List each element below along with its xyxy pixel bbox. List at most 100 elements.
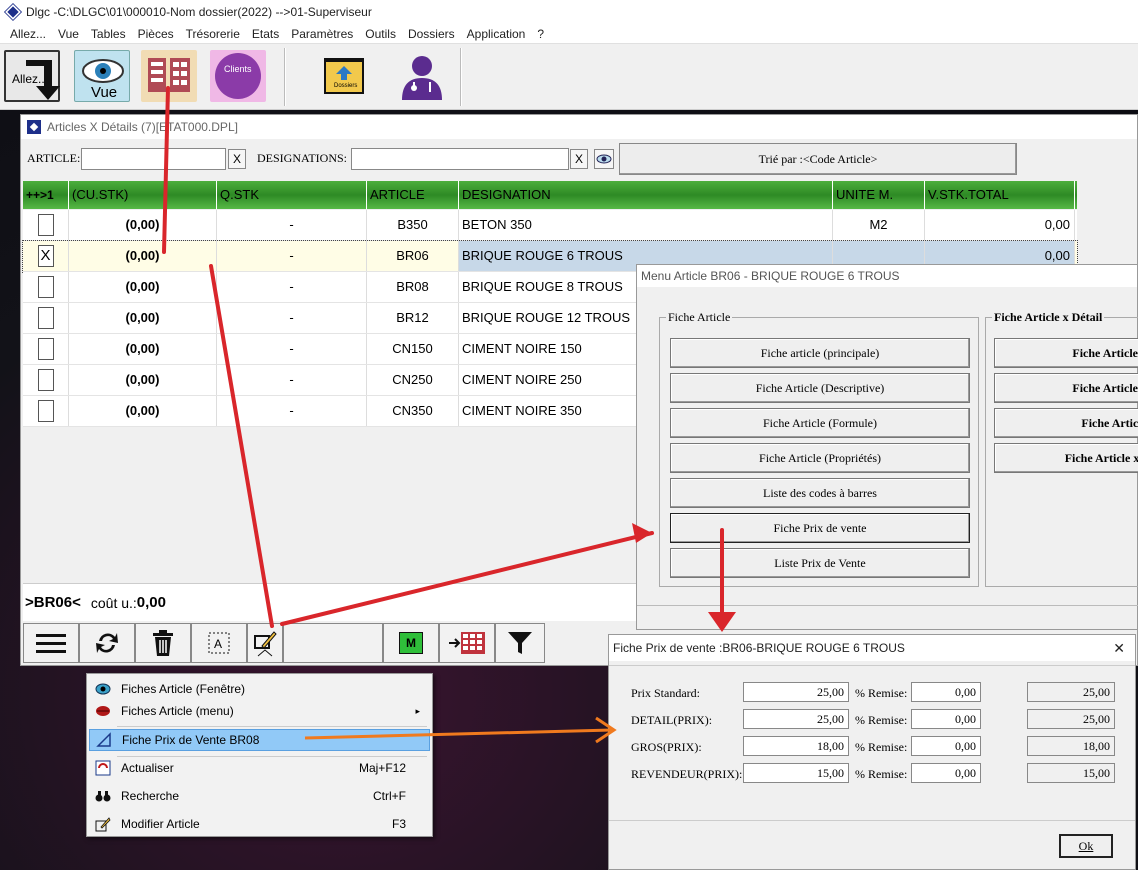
col-vstk-total[interactable]: V.STK.TOTAL — [925, 181, 1075, 209]
price-input[interactable]: 15,00 — [743, 763, 849, 783]
refresh-button[interactable] — [79, 623, 135, 663]
menu-item-label: Fiches Article (Fenêtre) — [121, 682, 246, 696]
menu-item-recherche[interactable]: Recherche Ctrl+F — [89, 785, 430, 807]
remise-input[interactable]: 0,00 — [911, 736, 981, 756]
menu-item-fiches-menu[interactable]: Fiches Article (menu) ▸ — [89, 700, 430, 722]
designations-clear-button[interactable]: X — [570, 149, 588, 169]
cell-unite: M2 — [833, 210, 925, 240]
designations-filter-input[interactable] — [351, 148, 569, 170]
edit-icon — [254, 631, 277, 657]
menu-item-fiches-fenetre[interactable]: Fiches Article (Fenêtre) — [89, 678, 430, 700]
menu-tables[interactable]: Tables — [85, 27, 132, 41]
fiche-article-detail-button-3[interactable]: Fiche Article — [994, 408, 1138, 438]
cell-article: CN150 — [367, 334, 459, 364]
article-clear-button[interactable]: X — [228, 149, 246, 169]
fiche-article-formule-button[interactable]: Fiche Article (Formule) — [670, 408, 970, 438]
fiche-article-principale-button[interactable]: Fiche article (principale) — [670, 338, 970, 368]
liste-codes-barres-button[interactable]: Liste des codes à barres — [670, 478, 970, 508]
fiche-article-detail-button-4[interactable]: Fiche Article x I — [994, 443, 1138, 473]
field-button[interactable]: A — [191, 623, 247, 663]
menu-outils[interactable]: Outils — [359, 27, 402, 41]
m-button[interactable]: M — [383, 623, 439, 663]
vue-button[interactable]: Vue — [74, 50, 130, 102]
col-cu-stk[interactable]: (CU.STK) — [69, 181, 217, 209]
col-unite[interactable]: UNITE M. — [833, 181, 925, 209]
menu-etats[interactable]: Etats — [246, 27, 285, 41]
fiche-article-proprietes-button[interactable]: Fiche Article (Propriétés) — [670, 443, 970, 473]
app-icon — [3, 2, 23, 22]
binoculars-icon — [95, 791, 111, 802]
cell-cu-stk: (0,00) — [69, 241, 217, 271]
row-checkbox[interactable] — [37, 214, 54, 236]
menu-pieces[interactable]: Pièces — [132, 27, 180, 41]
fiche-article-descriptive-button[interactable]: Fiche Article (Descriptive) — [670, 373, 970, 403]
col-article[interactable]: ARTICLE — [367, 181, 459, 209]
price-row: GROS(PRIX): 18,00 % Remise: 0,00 18,00 — [609, 736, 1129, 758]
row-checkbox[interactable] — [37, 400, 54, 422]
menu-article-window: Menu Article BR06 - BRIQUE ROUGE 6 TROUS… — [636, 264, 1138, 630]
clients-icon — [215, 53, 261, 99]
menu-dossiers[interactable]: Dossiers — [402, 27, 461, 41]
price-row: REVENDEUR(PRIX): 15,00 % Remise: 0,00 15… — [609, 763, 1129, 785]
remise-input[interactable]: 0,00 — [911, 682, 981, 702]
price-label: GROS(PRIX): — [631, 740, 702, 754]
filter-button[interactable] — [495, 623, 545, 663]
designations-filter-label: DESIGNATIONS: — [257, 151, 347, 165]
export-grid-icon — [449, 632, 485, 654]
hamburger-button[interactable] — [23, 623, 79, 663]
dossiers-button[interactable]: Dossiers — [316, 50, 372, 102]
row-checkbox[interactable] — [37, 307, 54, 329]
clients-button[interactable]: Clients — [210, 50, 266, 102]
table-row[interactable]: (0,00) - B350 BETON 350 M2 0,00 — [23, 210, 1077, 241]
filter-icon — [508, 632, 532, 654]
edit-article-button[interactable] — [247, 623, 283, 663]
col-select[interactable]: ++>1 — [23, 181, 69, 209]
menu-application[interactable]: Application — [461, 27, 532, 41]
article-filter-input[interactable] — [81, 148, 226, 170]
price-input[interactable]: 25,00 — [743, 682, 849, 702]
liste-prix-vente-button[interactable]: Liste Prix de Vente — [670, 548, 970, 578]
cell-designation: BETON 350 — [459, 210, 833, 240]
price-input[interactable]: 18,00 — [743, 736, 849, 756]
close-icon[interactable]: ✕ — [1113, 635, 1125, 661]
row-checkbox[interactable] — [37, 369, 54, 391]
view-eye-button[interactable] — [594, 149, 614, 169]
cell-total: 0,00 — [925, 210, 1075, 240]
remise-label: % Remise: — [855, 740, 908, 754]
empty-button[interactable] — [283, 623, 383, 663]
menu-bar: Allez... Vue Tables Pièces Trésorerie Et… — [0, 24, 1138, 44]
col-designation[interactable]: DESIGNATION — [459, 181, 833, 209]
price-input[interactable]: 25,00 — [743, 709, 849, 729]
menu-help[interactable]: ? — [531, 27, 550, 41]
article-filter-label: ARTICLE: — [27, 151, 81, 165]
export-grid-button[interactable] — [439, 623, 495, 663]
menu-allez[interactable]: Allez... — [4, 27, 52, 41]
delete-button[interactable] — [135, 623, 191, 663]
user-button[interactable] — [394, 50, 450, 102]
menu-item-fiche-prix-vente[interactable]: Fiche Prix de Vente BR08 — [89, 729, 430, 751]
allez-button[interactable]: Allez... — [4, 50, 60, 102]
menu-parametres[interactable]: Paramètres — [285, 27, 359, 41]
fiche-article-detail-button-2[interactable]: Fiche Article x — [994, 373, 1138, 403]
sort-button[interactable]: Trié par :<Code Article> — [619, 143, 1017, 175]
fiche-article-detail-button-1[interactable]: Fiche Article x — [994, 338, 1138, 368]
remise-input[interactable]: 0,00 — [911, 763, 981, 783]
fiche-prix-vente-button[interactable]: Fiche Prix de vente — [670, 513, 970, 543]
menu-item-shortcut: Ctrl+F — [373, 789, 406, 803]
menu-item-modifier-article[interactable]: Modifier Article F3 — [89, 813, 430, 835]
articles-button[interactable] — [141, 50, 197, 102]
m-icon: M — [399, 632, 423, 654]
cell-article: BR12 — [367, 303, 459, 333]
row-checkbox[interactable] — [37, 276, 54, 298]
col-q-stk[interactable]: Q.STK — [217, 181, 367, 209]
remise-input[interactable]: 0,00 — [911, 709, 981, 729]
trash-icon — [153, 630, 173, 656]
ok-button[interactable]: Ok — [1059, 834, 1113, 858]
row-checkbox[interactable]: X — [37, 245, 54, 267]
price-label: DETAIL(PRIX): — [631, 713, 713, 727]
main-toolbar: Allez... Vue Clients Dossiers — [0, 44, 1138, 110]
menu-vue[interactable]: Vue — [52, 27, 85, 41]
menu-item-actualiser[interactable]: Actualiser Maj+F12 — [89, 757, 430, 779]
row-checkbox[interactable] — [37, 338, 54, 360]
menu-tresorerie[interactable]: Trésorerie — [180, 27, 246, 41]
